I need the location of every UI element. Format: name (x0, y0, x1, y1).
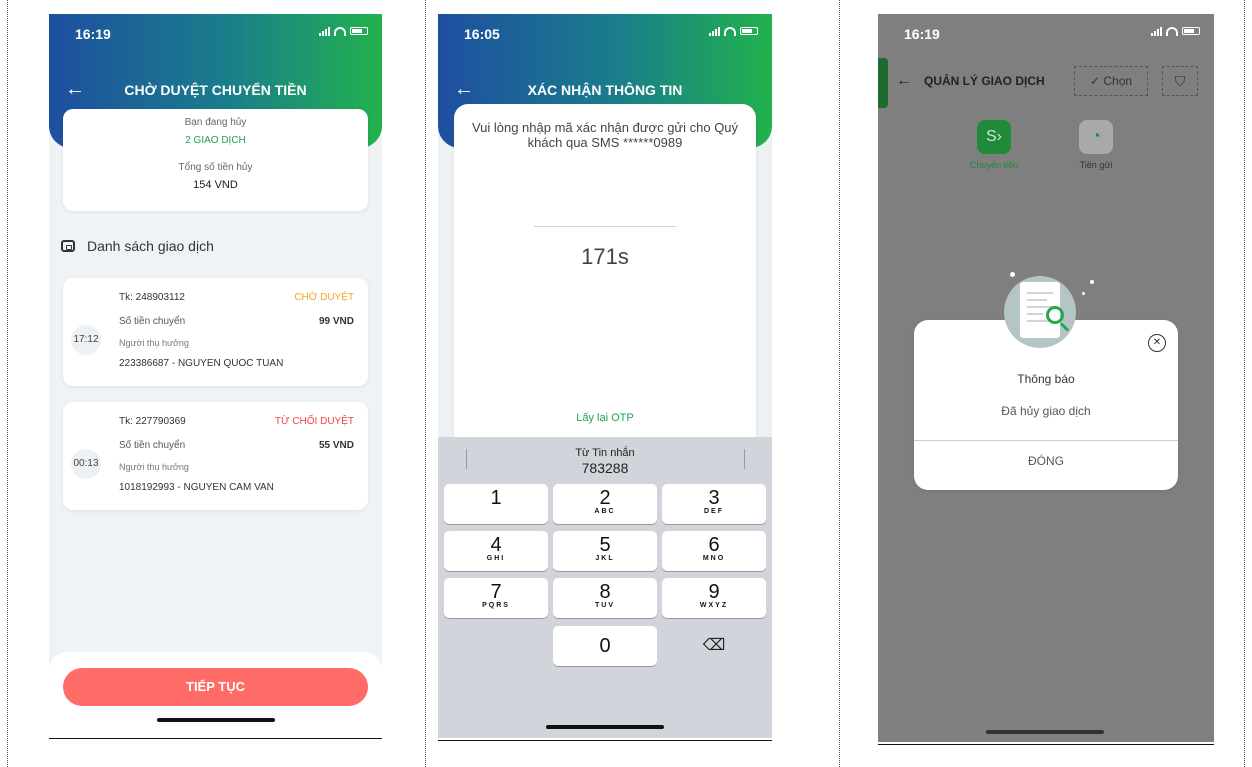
amount-value: 55 VND (318, 440, 354, 451)
transaction-list-header: Danh sách giao dịch (61, 238, 214, 254)
cancel-total-value: 154 VND (193, 179, 238, 191)
service-transfer[interactable]: S› Chuyển tiền (962, 120, 1026, 170)
panel-divider-2 (425, 0, 426, 767)
amount-label: Số tiền chuyển (119, 440, 186, 451)
otp-confirm-screen: 16:05 ← XÁC NHẬN THÔNG TIN Vui lòng nhập… (438, 14, 772, 738)
wifi-icon (724, 26, 736, 36)
suggestion-code: 783288 (581, 460, 629, 476)
beneficiary-value: 223386687 - NGUYEN QUOC TUAN (119, 358, 284, 369)
otp-input-field[interactable] (534, 226, 676, 227)
close-icon[interactable]: ✕ (1148, 334, 1166, 352)
key-0[interactable]: 0 (553, 626, 657, 666)
footer-bar: TIẾP TỤC (49, 652, 382, 736)
suggestion-source: Từ Tin nhắn (575, 447, 635, 459)
continue-button[interactable]: TIẾP TỤC (63, 668, 368, 706)
signal-icon (1151, 26, 1162, 36)
check-icon: ✓ (1089, 74, 1101, 88)
home-indicator (157, 718, 275, 722)
transaction-card[interactable]: 17:12 Tk: 248903112 CHỜ DUYỆT Số tiền ch… (63, 278, 368, 386)
panel-divider-3 (839, 0, 840, 767)
amount-value: 99 VND (318, 316, 354, 327)
wifi-icon (1166, 26, 1178, 36)
resend-otp-link[interactable]: Lấy lại OTP (454, 412, 756, 424)
key-1[interactable]: 1 (444, 484, 548, 524)
panel-divider-4 (1244, 0, 1245, 767)
home-indicator (986, 730, 1104, 734)
status-bar: 16:19 (878, 14, 1214, 50)
dialog-message: Đã hủy giao dịch (1001, 404, 1091, 418)
status-time: 16:05 (464, 26, 500, 42)
underline-1 (49, 738, 382, 739)
decor-dot (1082, 292, 1085, 295)
status-badge: CHỜ DUYỆT (294, 292, 354, 303)
transaction-management-screen: 16:19 ← QUẢN LÝ GIAO DỊCH ✓ Chọn ⛉ S› Ch… (878, 14, 1214, 742)
otp-instruction: Vui lòng nhập mã xác nhận được gửi cho Q… (471, 120, 739, 150)
battery-icon (740, 27, 758, 35)
underline-3 (878, 744, 1214, 745)
otp-autofill-suggestion[interactable]: Từ Tin nhắn 783288 (438, 437, 772, 481)
cancel-count-label: Bạn đang hủy (184, 117, 247, 128)
key-5[interactable]: 5 JKL (553, 531, 657, 571)
wallet-icon (61, 240, 75, 252)
signal-icon (319, 26, 330, 36)
key-8[interactable]: 8 TUV (553, 578, 657, 618)
cancel-summary-card: Bạn đang hủy 2 GIAO DỊCH Tổng số tiền hủ… (63, 109, 368, 211)
key-2[interactable]: 2 ABC (553, 484, 657, 524)
back-arrow-icon[interactable]: ← (896, 72, 912, 90)
otp-card: Vui lòng nhập mã xác nhận được gửi cho Q… (454, 104, 756, 454)
dialog-separator (914, 440, 1178, 441)
dialog-close-button[interactable]: ĐÓNG (914, 454, 1178, 468)
transaction-time: 17:12 (71, 325, 101, 355)
key-9[interactable]: 9 WXYZ (662, 578, 766, 618)
key-7[interactable]: 7 PQRS (444, 578, 548, 618)
beneficiary-label: Người thụ hưởng (119, 462, 189, 472)
page-title: XÁC NHẬN THÔNG TIN (527, 82, 683, 98)
battery-icon (350, 27, 368, 35)
amount-label: Số tiền chuyển (119, 316, 186, 327)
page-title: QUẢN LÝ GIAO DỊCH (924, 74, 1045, 88)
piggy-bank-icon: ◔ (1079, 120, 1113, 154)
status-time: 16:19 (904, 26, 940, 42)
header-accent (878, 58, 888, 108)
transaction-account: Tk: 227790369 (119, 416, 186, 427)
status-bar: 16:05 (438, 14, 772, 50)
backspace-icon[interactable]: ⌫ (662, 626, 766, 666)
key-4[interactable]: 4 GHI (444, 531, 548, 571)
panel-divider-1 (7, 0, 8, 767)
money-transfer-icon: S› (977, 120, 1011, 154)
underline-2 (438, 740, 772, 741)
key-3[interactable]: 3 DEF (662, 484, 766, 524)
decor-dot (1010, 272, 1015, 277)
page-title: CHỜ DUYỆT CHUYỂN TIỀN (124, 82, 307, 98)
status-bar: 16:19 (49, 14, 382, 50)
home-indicator (546, 725, 664, 729)
transaction-list-title: Danh sách giao dịch (87, 238, 214, 254)
pending-transfer-screen: 16:19 ← CHỜ DUYỆT CHUYỂN TIỀN Bạn đang h… (49, 14, 382, 736)
beneficiary-label: Người thụ hưởng (119, 338, 189, 348)
battery-icon (1182, 27, 1200, 35)
transaction-time: 00:13 (71, 449, 101, 479)
dialog-title: Thông báo (1017, 372, 1075, 386)
key-6[interactable]: 6 MNO (662, 531, 766, 571)
filter-icon[interactable]: ⛉ (1162, 66, 1198, 96)
cancel-count-value: 2 GIAO DỊCH (185, 135, 246, 146)
service-deposit[interactable]: ◔ Tiền gửi (1064, 120, 1128, 170)
beneficiary-value: 1018192993 - NGUYEN CAM VAN (119, 482, 274, 493)
decor-dot (1090, 280, 1094, 284)
numeric-keyboard: Từ Tin nhắn 783288 1 2 ABC 3 DEF 4 GHI 5 JKL… (438, 437, 772, 738)
status-time: 16:19 (75, 26, 111, 42)
wifi-icon (334, 26, 346, 36)
select-button[interactable]: ✓ Chọn (1074, 66, 1148, 96)
transaction-account: Tk: 248903112 (119, 292, 185, 303)
transaction-card[interactable]: 00:13 Tk: 227790369 TỪ CHỐI DUYỆT Số tiề… (63, 402, 368, 510)
cancel-total-label: Tổng số tiền hủy (178, 162, 253, 173)
signal-icon (709, 26, 720, 36)
otp-countdown: 171s (581, 244, 629, 269)
status-badge: TỪ CHỐI DUYỆT (274, 416, 354, 427)
